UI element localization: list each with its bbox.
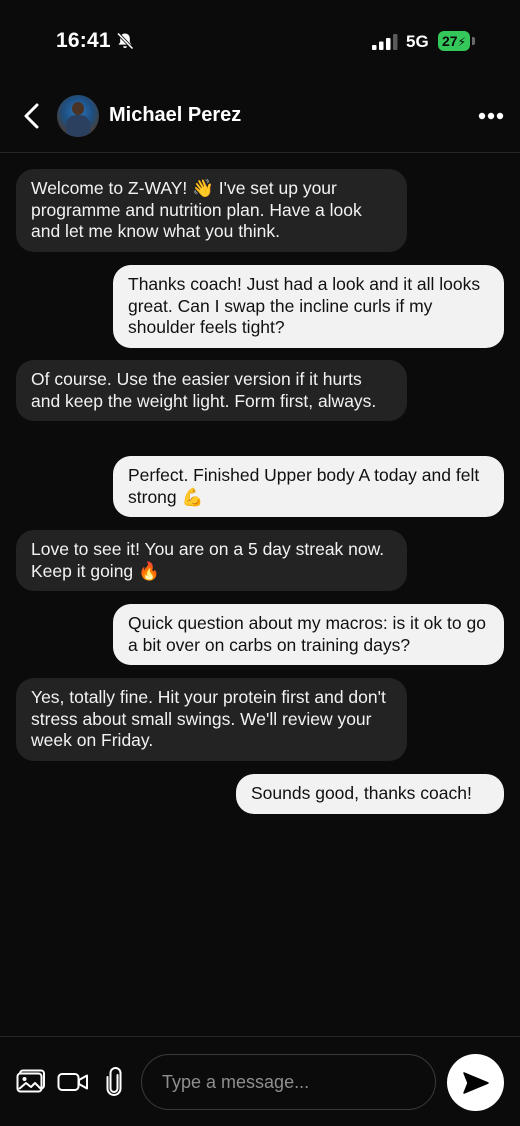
more-icon[interactable] [478, 112, 504, 120]
image-icon[interactable] [16, 1069, 46, 1093]
message-list[interactable]: Welcome to Z-WAY! 👋 I've set up your pro… [0, 152, 520, 1035]
send-icon [463, 1072, 489, 1094]
contact-name[interactable]: Michael Perez [109, 104, 241, 127]
message-outgoing: Sounds good, thanks coach! [236, 774, 504, 814]
message-outgoing: Quick question about my macros: is it ok… [113, 604, 504, 665]
bell-slash-icon [116, 32, 134, 50]
battery-level: 27 [441, 33, 458, 49]
message-outgoing: Perfect. Finished Upper body A today and… [113, 456, 504, 517]
avatar-figure-head [72, 102, 84, 115]
avatar-figure-torso [66, 115, 90, 137]
message-incoming: Yes, totally fine. Hit your protein firs… [16, 678, 407, 761]
message-outgoing: Thanks coach! Just had a look and it all… [113, 265, 504, 348]
chevron-left-icon[interactable] [20, 103, 44, 129]
network-label: 5G [406, 32, 429, 51]
status-bar: 16:41 5G 27⚡ [0, 0, 520, 84]
message-input[interactable] [141, 1054, 436, 1110]
avatar[interactable] [57, 95, 99, 137]
status-time: 16:41 [56, 29, 111, 52]
message-incoming: Love to see it! You are on a 5 day strea… [16, 530, 407, 591]
paperclip-icon[interactable] [104, 1067, 124, 1097]
chat-header: Michael Perez [0, 84, 520, 153]
battery-charging-icon: 27⚡ [438, 31, 470, 51]
signal-icon [372, 34, 398, 50]
message-incoming: Welcome to Z-WAY! 👋 I've set up your pro… [16, 169, 407, 252]
battery-tip [472, 37, 475, 45]
send-button[interactable] [447, 1054, 504, 1111]
message-composer [0, 1036, 520, 1126]
message-incoming: Of course. Use the easier version if it … [16, 360, 407, 421]
video-icon[interactable] [57, 1072, 89, 1092]
